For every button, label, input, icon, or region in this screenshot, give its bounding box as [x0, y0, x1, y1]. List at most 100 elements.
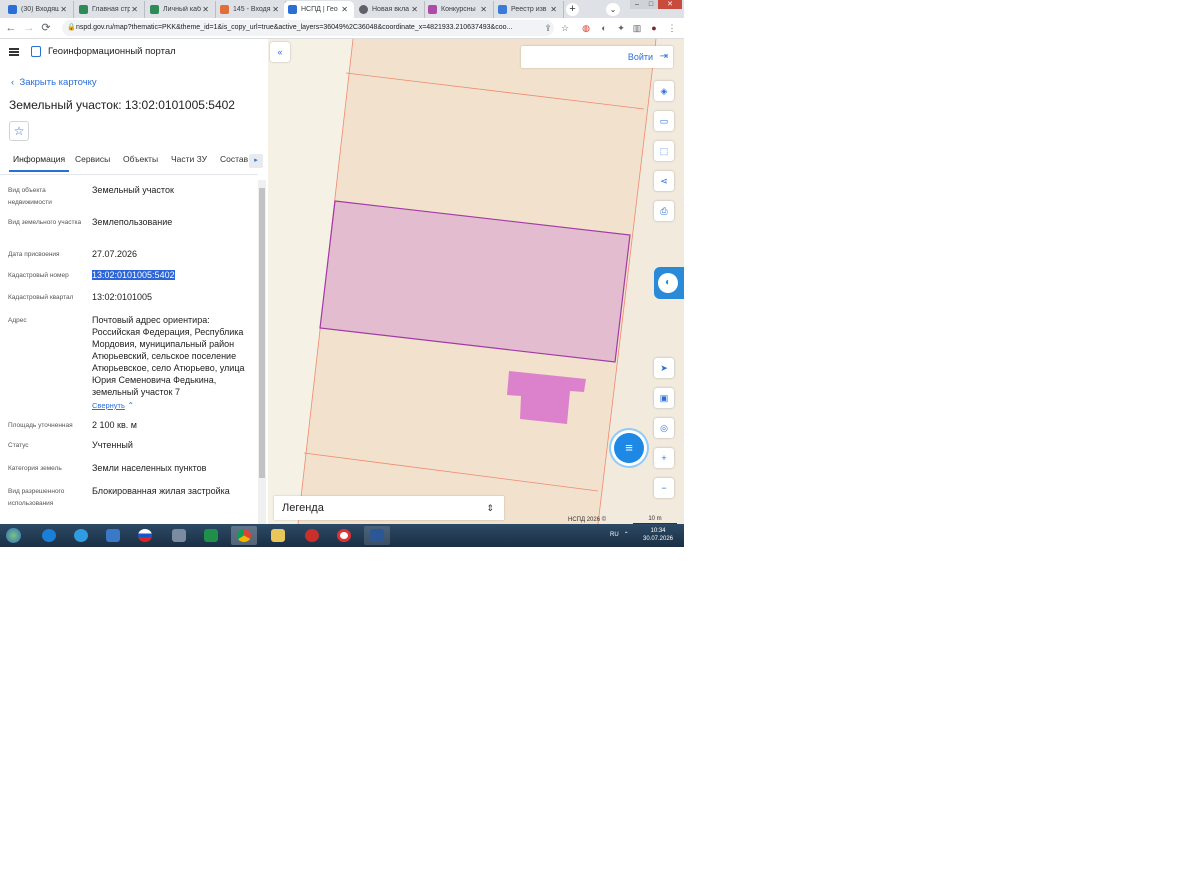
taskbar-app[interactable] [132, 526, 158, 545]
taskbar-chrome[interactable] [231, 526, 257, 545]
address-bar[interactable]: 🔒 nspd.gov.ru/map?thematic=PKK&theme_id=1… [62, 20, 554, 36]
tabs-divider [0, 174, 258, 175]
close-tab-icon[interactable]: ✕ [60, 5, 67, 14]
zoom-in-button[interactable]: + [654, 448, 674, 468]
locate-icon[interactable]: ◎ [654, 418, 674, 438]
collapse-panel-button[interactable]: « [270, 42, 290, 62]
navigate-icon[interactable]: ➤ [654, 358, 674, 378]
window-close-icon[interactable]: ✕ [658, 0, 682, 9]
panel-scrollbar[interactable] [258, 180, 266, 524]
browser-tab[interactable]: (30) Входящ ✕ [4, 1, 74, 18]
taskbar-explorer[interactable] [265, 526, 291, 545]
app-icon [305, 529, 319, 542]
taskbar-word[interactable] [364, 526, 390, 545]
print-icon[interactable]: ⎙ [654, 201, 674, 221]
tab-search-icon[interactable]: ⌄ [606, 3, 620, 16]
close-tab-icon[interactable]: ✕ [341, 5, 348, 14]
zoom-out-button[interactable]: − [654, 478, 674, 498]
card-tabs: Информация Сервисы Объекты Части ЗУ Сост… [9, 154, 259, 172]
taskbar-app[interactable] [331, 526, 357, 545]
tab-parts[interactable]: Части ЗУ [171, 154, 207, 164]
share-page-icon[interactable]: ⇪ [542, 22, 554, 34]
tab-favicon-icon [79, 5, 88, 14]
cadastral-number-value[interactable]: 13:02:0101005:5402 [92, 269, 252, 281]
field-label: Вид разрешенного использования [8, 488, 65, 507]
extensions-puzzle-icon[interactable]: ✦ [615, 22, 627, 34]
field-value: Учтенный [92, 440, 133, 450]
field-label: Площадь уточненная [8, 422, 73, 429]
close-tab-icon[interactable]: ✕ [202, 5, 209, 14]
close-tab-icon[interactable]: ✕ [480, 5, 487, 14]
app-icon [106, 529, 120, 542]
maximize-icon[interactable]: □ [644, 0, 658, 9]
chevron-up-icon: ⌃ [127, 401, 135, 410]
taskbar-app[interactable] [100, 526, 126, 545]
ruler-icon[interactable]: ▭ [654, 111, 674, 131]
app-icon [172, 529, 186, 542]
internet-explorer-icon [74, 529, 88, 542]
tabs-scroll-right-icon[interactable]: ▸ [249, 154, 263, 168]
chat-assistant-button[interactable]: ≡ [614, 433, 644, 463]
screen: (30) Входящ ✕ Главная стр ✕ Личный каб ✕ 14… [0, 0, 684, 547]
taskbar-edge[interactable] [36, 526, 62, 545]
back-icon[interactable]: ← [5, 22, 17, 34]
language-indicator[interactable]: RU ⌃ [610, 524, 629, 547]
profile-avatar-icon[interactable]: ● [648, 22, 660, 34]
card-title: Земельный участок: 13:02:0101005:5402 [9, 98, 235, 112]
scrollbar-thumb[interactable] [259, 188, 265, 478]
close-tab-icon[interactable]: ✕ [131, 5, 138, 14]
layers-icon[interactable]: ◈ [654, 81, 674, 101]
minimap-icon[interactable]: ▣ [654, 388, 674, 408]
extension-icon[interactable]: ◐ [598, 22, 610, 34]
browser-tab[interactable]: Главная стр ✕ [75, 1, 145, 18]
field-label: Вид земельного участка [8, 219, 82, 226]
close-tab-icon[interactable]: ✕ [272, 5, 279, 14]
reload-icon[interactable]: ⟳ [40, 22, 52, 34]
object-card-panel: Геоинформационный портал ‹ Закрыть карто… [0, 39, 268, 524]
forward-icon[interactable]: → [23, 22, 35, 34]
close-tab-icon[interactable]: ✕ [550, 5, 557, 14]
minimize-icon[interactable]: – [630, 0, 644, 9]
browser-tab[interactable]: Конкурсны ✕ [424, 1, 494, 18]
tab-information[interactable]: Информация [9, 154, 70, 172]
gosuslugi-widget-button[interactable]: ◐ [654, 267, 684, 299]
browser-tab[interactable]: 145 - Входя ✕ [216, 1, 286, 18]
legend-dropdown[interactable]: Легенда ⇕ [274, 496, 504, 520]
field-value: 27.07.2026 [92, 249, 138, 259]
taskbar-app[interactable] [299, 526, 325, 545]
field-value: 2 100 кв. м [92, 420, 137, 430]
tab-objects[interactable]: Объекты [123, 154, 158, 164]
browser-tab[interactable]: Реестр изв ✕ [494, 1, 564, 18]
map-view[interactable]: « Войти ⇥ ◈ ▭ ⬚ ⋖ ⎙ ◐ ➤ ▣ ◎ + − ≡ Легенда… [268, 39, 684, 524]
new-tab-icon[interactable]: + [566, 3, 579, 16]
taskbar-ie[interactable] [68, 526, 94, 545]
folder-icon [271, 529, 285, 542]
taskbar-clock[interactable]: 10:34 30.07.2026 [640, 527, 676, 543]
login-button[interactable]: Войти ⇥ [521, 46, 673, 68]
close-tab-icon[interactable]: ✕ [411, 5, 418, 14]
browser-menu-icon[interactable]: ⋮ [666, 22, 678, 34]
tab-favicon-icon [8, 5, 17, 14]
extension-icon[interactable]: ◍ [580, 22, 592, 34]
bookmark-star-icon[interactable]: ☆ [559, 22, 571, 34]
tab-composition[interactable]: Состав [220, 154, 248, 164]
tray-arrow-icon[interactable]: ⌃ [624, 532, 629, 538]
side-panel-icon[interactable]: ▥ [631, 22, 643, 34]
collapse-address-link[interactable]: Свернуть ⌃ [92, 399, 252, 412]
close-card-link[interactable]: ‹ Закрыть карточку [11, 77, 97, 88]
tab-favicon-icon [220, 5, 229, 14]
tab-services[interactable]: Сервисы [75, 154, 110, 164]
browser-tab-active[interactable]: НСПД | Гео ✕ [284, 1, 354, 18]
taskbar-excel[interactable] [198, 526, 224, 545]
favorite-star-button[interactable]: ☆ [9, 121, 29, 141]
address-value: Почтовый адрес ориентира: Российская Фед… [92, 315, 245, 397]
share-icon[interactable]: ⋖ [654, 171, 674, 191]
select-area-icon[interactable]: ⬚ [654, 141, 674, 161]
browser-tab-strip: (30) Входящ ✕ Главная стр ✕ Личный каб ✕ 14… [0, 0, 684, 18]
browser-tab[interactable]: Новая вкла ✕ [355, 1, 425, 18]
browser-tab[interactable]: Личный каб ✕ [146, 1, 216, 18]
windows-taskbar: RU ⌃ 10:34 30.07.2026 [0, 524, 684, 547]
start-button[interactable] [2, 526, 26, 545]
taskbar-app[interactable] [166, 526, 192, 545]
menu-icon[interactable] [9, 47, 19, 56]
